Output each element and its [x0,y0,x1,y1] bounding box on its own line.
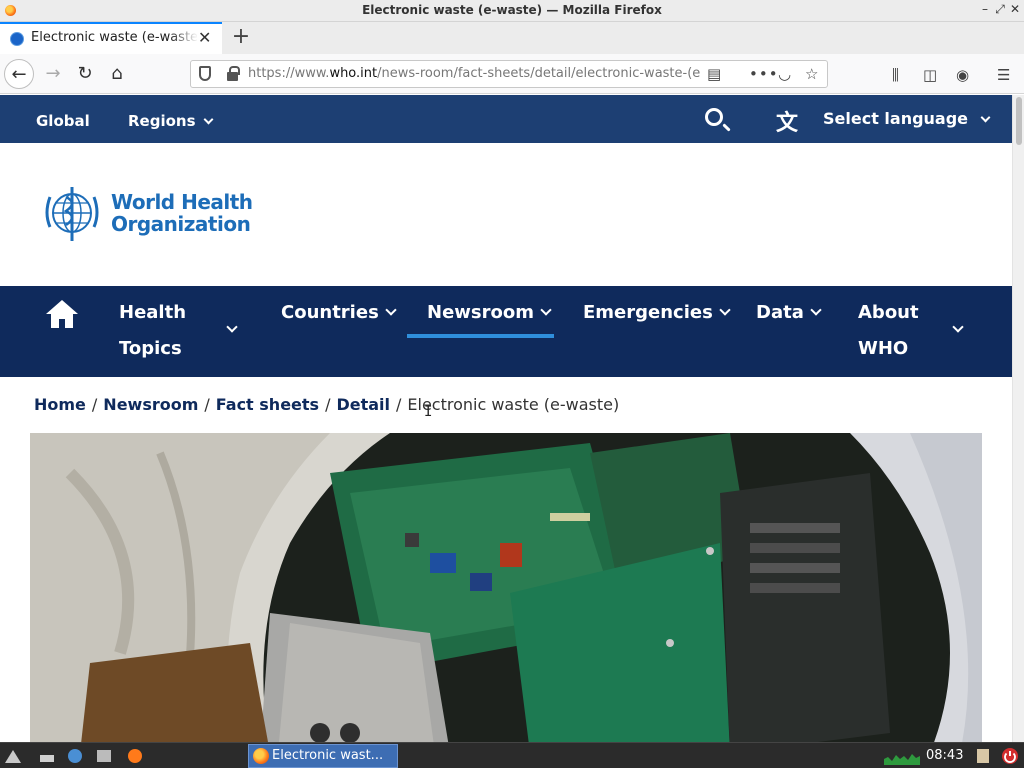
vertical-scrollbar[interactable] [1012,95,1024,742]
chevron-down-icon[interactable] [226,321,238,333]
taskbar-window-label: Electronic wast... [272,748,384,763]
navigation-toolbar: ← → ↻ ⌂ https://www.who.int/news-room/fa… [0,54,1024,94]
window-title: Electronic waste (e-waste) — Mozilla Fir… [362,3,662,17]
nav-health-topics-line1: Health [119,302,187,323]
tab-bar: Electronic waste (e-waste) ✕ + [0,22,1024,54]
browser-launcher-icon[interactable] [66,747,84,765]
forward-arrow-icon[interactable]: → [38,59,68,89]
breadcrumb-separator: / [396,395,402,414]
power-icon[interactable] [1001,747,1019,765]
scrollbar-thumb[interactable] [1016,97,1022,145]
file-manager-icon[interactable] [95,747,113,765]
search-icon[interactable] [705,108,723,126]
close-window-icon[interactable]: ✕ [1008,2,1022,16]
lock-icon[interactable] [227,66,240,81]
regions-dropdown[interactable]: Regions [128,112,213,130]
firefox-launcher-icon[interactable] [126,747,144,765]
nav-about-who-line2: WHO [858,338,909,359]
back-arrow-icon[interactable]: ← [4,59,34,89]
nav-data-label: Data [756,302,804,323]
breadcrumb-fact-sheets[interactable]: Fact sheets [216,395,319,414]
page-actions-icon[interactable]: ••• [749,65,779,83]
nav-emergencies-label: Emergencies [583,302,713,323]
show-desktop-icon[interactable] [38,747,56,765]
bookmark-star-icon[interactable]: ☆ [805,65,818,83]
url-prefix: https://www. [248,66,330,81]
who-top-band: Global Regions 文 Select language [0,95,1012,143]
breadcrumb-separator: / [325,395,331,414]
start-menu-icon[interactable] [4,747,22,765]
logo-line-2: Organization [111,212,251,236]
library-icon[interactable]: ⫼ [892,66,899,84]
tab-active[interactable]: Electronic waste (e-waste) ✕ [0,22,222,54]
global-link[interactable]: Global [36,112,90,130]
logo-area: World Health Organization [0,143,1012,286]
user-tray-icon[interactable] [974,747,992,765]
nav-emergencies[interactable]: Emergencies [583,295,731,331]
account-icon[interactable]: ◉ [956,66,969,84]
breadcrumb-current: Electronic waste (e-waste) [407,395,620,414]
nav-health-topics[interactable]: Health Topics [119,295,186,367]
main-navigation: Health Topics Countries Newsroom Emergen… [0,286,1012,377]
minimize-icon[interactable]: – [978,2,992,16]
url-text[interactable]: https://www.who.int/news-room/fact-sheet… [248,66,700,81]
breadcrumb-separator: / [204,395,210,414]
chevron-down-icon [980,112,991,123]
hero-image-e-waste [30,433,982,742]
language-selector[interactable]: Select language [823,109,991,128]
nav-health-topics-line2: Topics [119,338,182,359]
url-domain: who.int [329,66,378,81]
reader-view-icon[interactable]: ▤ [707,65,721,83]
who-emblem-icon[interactable] [40,183,104,243]
chevron-down-icon [540,304,552,316]
reload-icon[interactable]: ↻ [70,59,100,89]
taskbar-window-firefox[interactable]: Electronic wast... [248,744,398,768]
who-favicon-icon [10,32,24,46]
clock[interactable]: 08:43 [926,748,963,763]
who-logo-text[interactable]: World Health Organization [111,191,253,235]
page-content: Global Regions 文 Select language World H… [0,95,1012,742]
nav-countries-label: Countries [281,302,379,323]
logo-line-1: World Health [111,190,253,214]
tab-close-icon[interactable]: ✕ [198,28,211,47]
regions-label: Regions [128,112,196,130]
sidebar-icon[interactable]: ◫ [923,66,937,84]
home-nav-icon[interactable] [44,298,80,330]
nav-newsroom-label: Newsroom [427,302,534,323]
nav-countries[interactable]: Countries [281,295,397,331]
chevron-down-icon[interactable] [952,321,964,333]
text-cursor-icon: I [424,404,433,420]
firefox-icon [253,748,269,764]
system-taskbar: Electronic wast... 08:43 [0,742,1024,768]
chevron-down-icon [203,114,213,125]
nav-active-indicator [407,334,554,338]
maximize-icon[interactable]: ⤢ [993,2,1007,17]
breadcrumb-detail[interactable]: Detail [336,395,390,414]
home-icon[interactable]: ⌂ [102,59,132,89]
pocket-icon[interactable]: ◡ [778,65,791,83]
language-label: Select language [823,109,969,128]
chevron-down-icon [385,304,397,316]
tab-title-fade [170,26,198,52]
new-tab-icon[interactable]: + [230,24,252,49]
nav-about-who-line1: About [858,302,919,323]
translate-icon: 文 [776,111,799,136]
url-bar[interactable]: https://www.who.int/news-room/fact-sheet… [190,60,828,88]
breadcrumb-separator: / [91,395,98,414]
menu-icon[interactable]: ☰ [997,66,1010,84]
window-titlebar: Electronic waste (e-waste) — Mozilla Fir… [0,0,1024,22]
url-path: /news-room/fact-sheets/detail/electronic… [377,66,700,81]
nav-data[interactable]: Data [756,295,822,331]
chevron-down-icon [810,304,822,316]
tracking-shield-icon[interactable] [199,66,211,81]
breadcrumb-newsroom[interactable]: Newsroom [103,395,198,414]
breadcrumb: Home / Newsroom / Fact sheets / Detail / Electro… [34,395,619,414]
cpu-monitor-icon [884,754,920,765]
breadcrumb-home[interactable]: Home [34,395,86,414]
chevron-down-icon [719,304,731,316]
nav-about-who[interactable]: About WHO [858,295,919,367]
nav-newsroom[interactable]: Newsroom [427,295,552,331]
